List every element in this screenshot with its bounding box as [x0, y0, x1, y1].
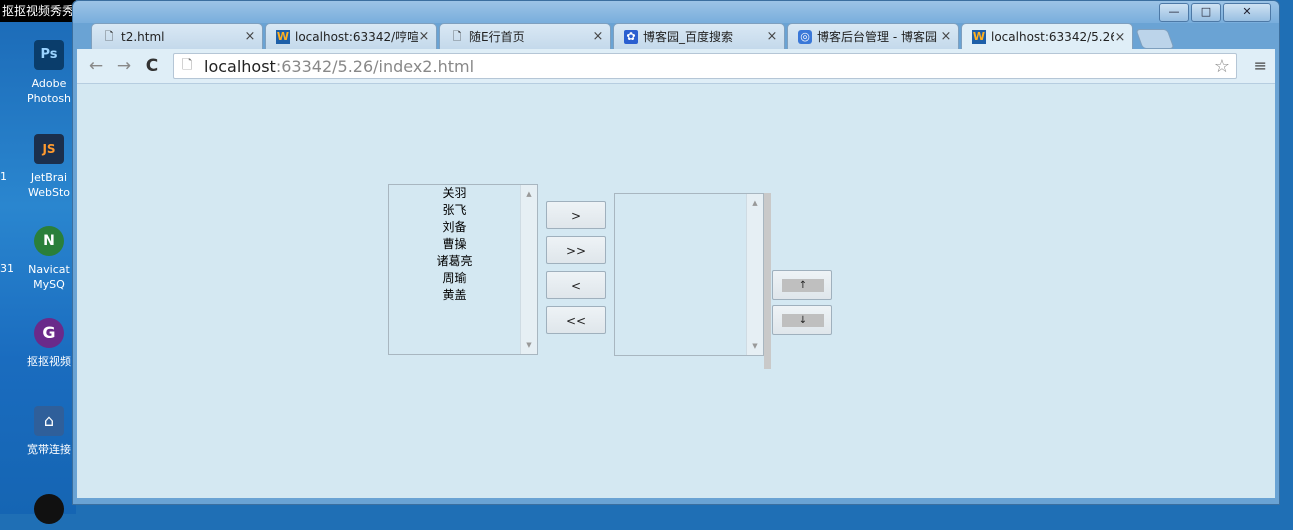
tab-cnblogs-admin[interactable]: ◎ 博客后台管理 - 博客园 ×: [787, 23, 959, 49]
tab-label: 博客后台管理 - 博客园: [817, 30, 937, 44]
tab-suiexing[interactable]: 🗋 随E行首页 ×: [439, 23, 611, 49]
down-arrow-icon: ↓: [782, 314, 824, 327]
desktop-icon-navicat[interactable]: N Navicat MySQ: [22, 226, 76, 292]
move-all-left-button[interactable]: <<: [546, 306, 606, 334]
close-window-button[interactable]: ✕: [1223, 3, 1271, 22]
left-list-items: 关羽 张飞 刘备 曹操 诸葛亮 周瑜 黄盖: [389, 185, 520, 304]
minimize-button[interactable]: —: [1159, 3, 1189, 22]
left-select-list[interactable]: 关羽 张飞 刘备 曹操 诸葛亮 周瑜 黄盖 ▲ ▼: [388, 184, 538, 355]
right-select-list[interactable]: ▲ ▼: [614, 193, 764, 356]
close-tab-icon[interactable]: ×: [592, 29, 604, 44]
move-up-button[interactable]: ↑: [772, 270, 832, 300]
navicat-icon: N: [34, 226, 64, 256]
left-list-scrollbar[interactable]: ▲ ▼: [520, 185, 537, 354]
desktop-icon-label: Navicat: [28, 263, 70, 276]
list-item[interactable]: 关羽: [389, 185, 520, 202]
desktop-icon-label: 抠抠视频: [27, 355, 71, 368]
page-viewport: 关羽 张飞 刘备 曹操 诸葛亮 周瑜 黄盖 ▲ ▼ > >> < << ▲ ▼: [77, 84, 1275, 498]
right-list-scrollbar[interactable]: ▲ ▼: [746, 194, 763, 355]
scroll-up-icon[interactable]: ▲: [521, 187, 537, 201]
desktop-title-bar: 抠抠视频秀秀: [0, 0, 76, 22]
desktop-icon-photoshop[interactable]: Ps Adobe Photosh: [22, 40, 76, 106]
close-tab-icon[interactable]: ×: [940, 29, 952, 44]
video-app-icon: G: [34, 318, 64, 348]
move-left-button[interactable]: <: [546, 271, 606, 299]
list-item[interactable]: 周瑜: [389, 270, 520, 287]
baidu-paw-icon: ✿: [624, 29, 638, 44]
desktop-edge-text: 31: [0, 262, 14, 275]
forward-button[interactable]: →: [113, 56, 135, 76]
move-all-right-button[interactable]: >>: [546, 236, 606, 264]
tab-strip: 🗋 t2.html × W localhost:63342/哼喧 × 🗋 随E行…: [77, 21, 1277, 50]
network-icon: ⌂: [34, 406, 64, 436]
list-item[interactable]: 刘备: [389, 219, 520, 236]
maximize-button[interactable]: □: [1191, 3, 1221, 22]
tab-label: localhost:63342/哼喧: [295, 30, 418, 44]
scroll-down-icon[interactable]: ▼: [747, 339, 763, 353]
move-right-button[interactable]: >: [546, 201, 606, 229]
url-path: :63342/5.26/index2.html: [275, 56, 475, 76]
list-item[interactable]: 黄盖: [389, 287, 520, 304]
qq-icon: [34, 494, 64, 524]
tab-localhost-active[interactable]: W localhost:63342/5.26 ×: [961, 23, 1133, 50]
desktop: 抠抠视频秀秀 Ps Adobe Photosh JS JetBrai WebSt…: [0, 0, 76, 524]
list-item[interactable]: 诸葛亮: [389, 253, 520, 270]
scroll-up-icon[interactable]: ▲: [747, 196, 763, 210]
page-icon: 🗋: [104, 29, 114, 43]
move-down-button[interactable]: ↓: [772, 305, 832, 335]
webstorm-icon: W: [276, 29, 290, 44]
desktop-icon-label: 宽带连接: [27, 443, 71, 456]
page-icon: 🗋: [452, 29, 462, 43]
close-tab-icon[interactable]: ×: [244, 29, 256, 44]
tab-label: t2.html: [121, 29, 165, 44]
desktop-icon-label: MySQ: [33, 278, 65, 291]
tab-label: 随E行首页: [469, 30, 525, 44]
tab-label: 博客园_百度搜索: [643, 30, 734, 44]
desktop-icon-label: Adobe: [31, 77, 67, 90]
address-bar[interactable]: 🗋 localhost:63342/5.26/index2.html ☆: [173, 53, 1237, 79]
desktop-icon-label: Photosh: [26, 92, 72, 105]
reload-button[interactable]: C: [141, 56, 163, 76]
tab-baidu-search[interactable]: ✿ 博客园_百度搜索 ×: [613, 23, 785, 49]
webstorm-icon: JS: [34, 134, 64, 164]
resize-gutter: [764, 193, 771, 369]
desktop-icon-qq[interactable]: [22, 494, 76, 530]
webstorm-icon: W: [972, 30, 986, 44]
desktop-icon-label: WebSto: [27, 186, 70, 199]
tab-t2-html[interactable]: 🗋 t2.html ×: [91, 23, 263, 49]
menu-icon[interactable]: ≡: [1254, 56, 1267, 75]
scroll-down-icon[interactable]: ▼: [521, 338, 537, 352]
tab-label: localhost:63342/5.26: [991, 30, 1114, 44]
desktop-icon-video[interactable]: G 抠抠视频: [22, 318, 76, 369]
bookmark-star-icon[interactable]: ☆: [1214, 56, 1230, 77]
close-tab-icon[interactable]: ×: [766, 29, 778, 44]
photoshop-icon: Ps: [34, 40, 64, 70]
up-arrow-icon: ↑: [782, 279, 824, 292]
desktop-icon-label: JetBrai: [30, 171, 68, 184]
desktop-icon-webstorm[interactable]: JS JetBrai WebSto: [22, 134, 76, 200]
page-icon: 🗋: [182, 58, 193, 73]
window-titlebar[interactable]: — □ ✕: [73, 1, 1279, 23]
cnblogs-icon: ◎: [798, 29, 812, 44]
browser-window: — □ ✕ 🗋 t2.html × W localhost:63342/哼喧 ×…: [72, 0, 1280, 505]
close-tab-icon[interactable]: ×: [1114, 30, 1126, 45]
desktop-icon-broadband[interactable]: ⌂ 宽带连接: [22, 406, 76, 457]
browser-toolbar: ← → C 🗋 localhost:63342/5.26/index2.html…: [77, 49, 1275, 84]
list-item[interactable]: 曹操: [389, 236, 520, 253]
list-item[interactable]: 张飞: [389, 202, 520, 219]
tab-localhost-1[interactable]: W localhost:63342/哼喧 ×: [265, 23, 437, 49]
url-host: localhost: [204, 56, 276, 76]
close-tab-icon[interactable]: ×: [418, 29, 430, 44]
window-controls: — □ ✕: [1157, 3, 1271, 22]
back-button[interactable]: ←: [85, 56, 107, 76]
new-tab-button[interactable]: [1135, 29, 1175, 49]
desktop-edge-text: 1: [0, 170, 7, 183]
